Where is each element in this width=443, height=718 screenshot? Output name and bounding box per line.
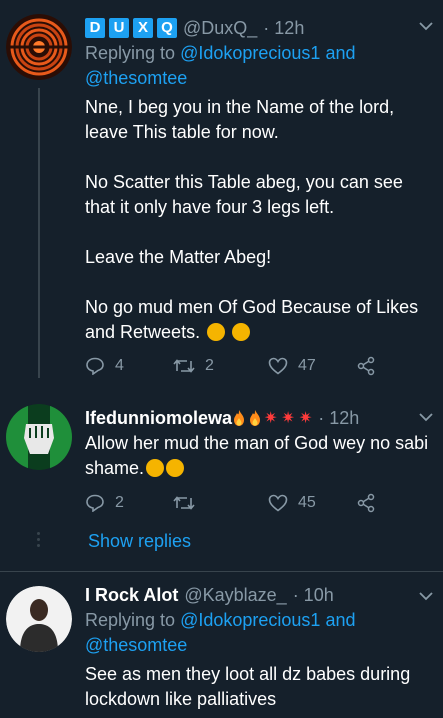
reply-button[interactable]: 2 — [85, 494, 173, 512]
retweet-button[interactable] — [173, 495, 268, 511]
chevron-down-icon[interactable] — [419, 18, 433, 34]
tweet-text: Nne, I beg you in the Name of the lord, … — [85, 95, 435, 345]
tweet-time[interactable]: · 12h — [318, 408, 359, 429]
name-badge: U — [109, 18, 129, 38]
reply-button[interactable]: 4 — [85, 357, 173, 375]
tweet-text: See as men they loot all dz babes during… — [85, 664, 411, 709]
laughing-emoji-icon — [207, 323, 226, 341]
laughing-emoji-icon — [166, 459, 185, 477]
avatar[interactable] — [6, 586, 72, 652]
display-name[interactable]: Ifedunniomolewa — [85, 408, 232, 429]
tweet-text: Allow her mud the man of God wey no sabi… — [85, 431, 435, 481]
fire-emoji-icon — [234, 410, 245, 426]
tweet-text-content: Nne, I beg you in the Name of the lord, … — [85, 97, 419, 342]
reply-count: 2 — [115, 494, 124, 511]
replying-label: Replying to — [85, 43, 176, 63]
tweet-time[interactable]: · 12h — [263, 18, 304, 39]
retweet-button[interactable]: 2 — [173, 357, 268, 375]
thread-line — [38, 88, 40, 378]
thread-dot — [37, 538, 40, 541]
retweet-icon — [173, 496, 195, 510]
retweet-count: 2 — [205, 357, 214, 374]
reply-icon — [86, 357, 104, 375]
fire-emoji-icon — [250, 410, 261, 426]
avatar[interactable] — [6, 404, 72, 470]
tweet-header: Ifedunniomolewa ✷ ✷ ✷ · 12h — [85, 405, 435, 431]
laughing-emoji-icon — [146, 459, 165, 477]
user-handle[interactable]: @DuxQ_ — [183, 18, 257, 39]
mention-link[interactable]: @Idokoprecious1 — [180, 43, 320, 63]
chevron-down-icon[interactable] — [419, 409, 433, 425]
laughing-emoji-icon — [232, 323, 251, 341]
user-handle[interactable]: @Kayblaze_ — [184, 585, 286, 606]
mention-and: and — [325, 610, 356, 630]
reply-icon — [86, 494, 104, 512]
display-name[interactable]: I Rock Alot — [85, 585, 178, 606]
chevron-down-icon[interactable] — [419, 588, 433, 604]
retweet-icon — [173, 359, 195, 373]
like-count: 47 — [298, 357, 316, 374]
sparkle-emoji-icon: ✷ — [281, 410, 295, 427]
replying-to: Replying to @Idokoprecious1 and @thesomt… — [85, 608, 435, 658]
share-icon — [357, 493, 375, 513]
heart-icon — [268, 357, 288, 375]
share-button[interactable] — [356, 493, 376, 513]
like-button[interactable]: 45 — [268, 494, 356, 512]
tweet-header: D U X Q @DuxQ_ · 12h — [85, 15, 435, 41]
share-icon — [357, 356, 375, 376]
show-replies-link[interactable]: Show replies — [88, 531, 191, 552]
tweet-text-content: Allow her mud the man of God wey no sabi… — [85, 433, 429, 478]
avatar[interactable] — [6, 14, 72, 80]
sparkle-emoji-icon: ✷ — [264, 410, 278, 427]
replying-label: Replying to — [85, 610, 176, 630]
tweet-time[interactable]: · 10h — [293, 585, 334, 606]
share-button[interactable] — [356, 356, 376, 376]
like-button[interactable]: 47 — [268, 357, 356, 375]
mention-link[interactable]: @thesomtee — [85, 68, 187, 88]
sparkle-emoji-icon: ✷ — [298, 410, 313, 427]
tweet-header: I Rock Alot @Kayblaze_ · 10h — [85, 582, 435, 608]
divider — [0, 571, 443, 572]
mention-link[interactable]: @thesomtee — [85, 635, 187, 655]
like-count: 45 — [298, 494, 316, 511]
heart-icon — [268, 494, 288, 512]
name-badge: Q — [157, 18, 177, 38]
thread-dot — [37, 532, 40, 535]
replying-to: Replying to @Idokoprecious1 and @thesomt… — [85, 41, 435, 91]
mention-link[interactable]: @Idokoprecious1 — [180, 610, 320, 630]
reply-count: 4 — [115, 357, 124, 374]
name-badge: D — [85, 18, 105, 38]
thread-dot — [37, 544, 40, 547]
mention-and: and — [325, 43, 356, 63]
name-badge: X — [133, 18, 153, 38]
